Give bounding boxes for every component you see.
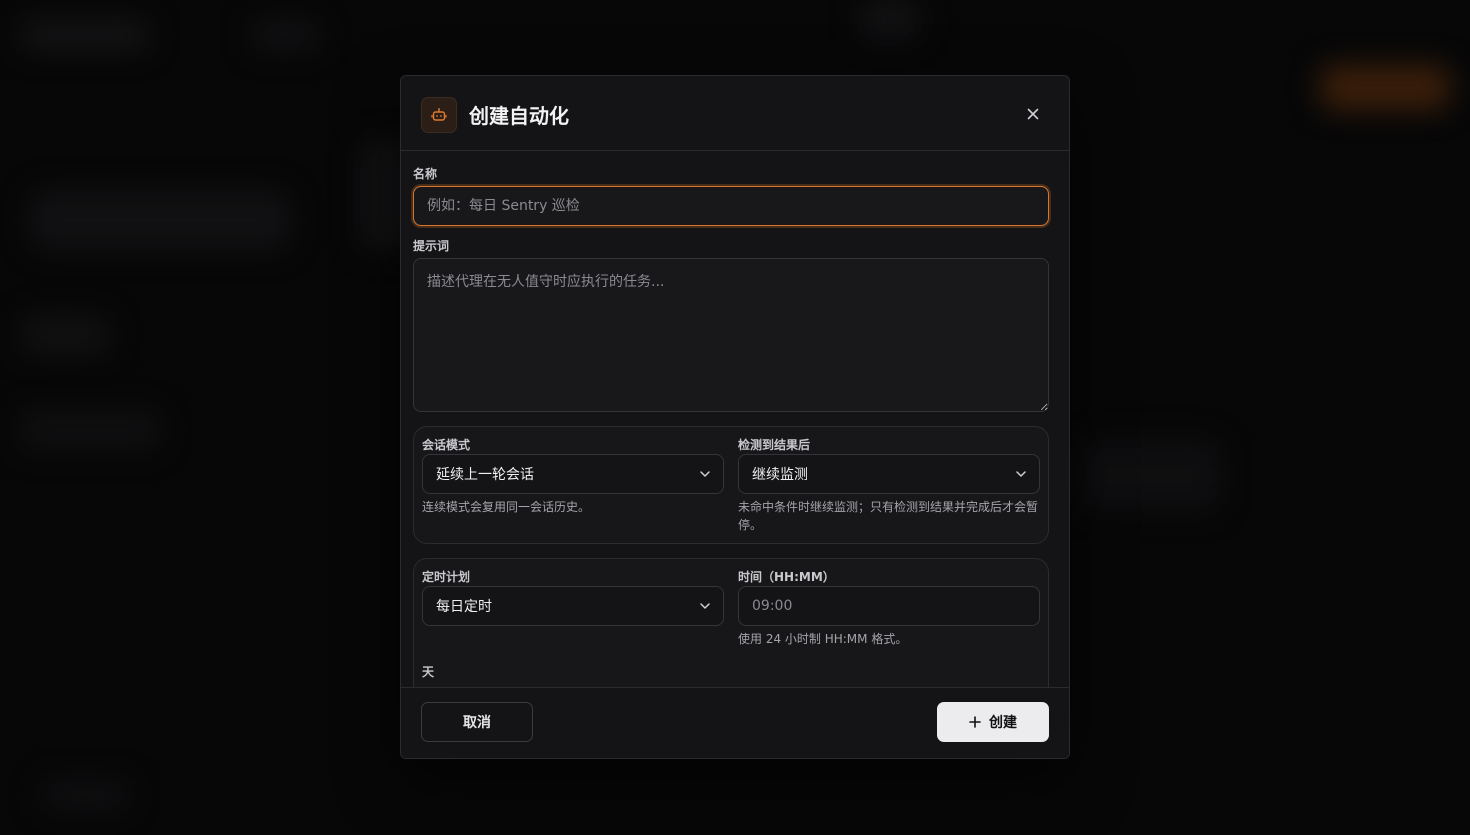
- time-label: 时间（HH:MM）: [738, 570, 835, 584]
- schedule-settings-group: 定时计划 每日定时 时间（HH:MM） 使用 24 小时制 HH:MM 格式。 …: [413, 558, 1049, 688]
- session-mode-hint: 连续模式会复用同一会话历史。: [422, 500, 591, 514]
- chevron-down-icon: [1016, 471, 1026, 477]
- after-detect-hint-line2: 停。: [738, 518, 763, 532]
- robot-icon: [421, 97, 457, 133]
- create-label: 创建: [989, 715, 1017, 731]
- session-mode-value: 延续上一轮会话: [436, 467, 534, 483]
- prompt-textarea[interactable]: [413, 258, 1049, 412]
- schedule-label: 定时计划: [422, 570, 471, 584]
- plus-icon: [969, 716, 981, 728]
- after-detect-label: 检测到结果后: [738, 438, 811, 452]
- close-icon: [1027, 108, 1039, 120]
- name-label: 名称: [413, 167, 438, 181]
- after-detect-value: 继续监测: [752, 467, 808, 483]
- dialog-title: 创建自动化: [469, 104, 569, 128]
- session-settings-group: 会话模式 延续上一轮会话 连续模式会复用同一会话历史。 检测到结果后 继续监测 …: [413, 426, 1049, 544]
- cancel-button[interactable]: 取消: [421, 702, 533, 742]
- schedule-value: 每日定时: [436, 599, 492, 615]
- prompt-label: 提示词: [413, 239, 450, 253]
- chevron-down-icon: [700, 471, 710, 477]
- days-label: 天: [422, 665, 435, 679]
- session-mode-label: 会话模式: [422, 438, 471, 452]
- create-button[interactable]: 创建: [937, 702, 1049, 742]
- session-mode-select[interactable]: 延续上一轮会话: [422, 454, 724, 494]
- time-input[interactable]: [738, 586, 1040, 626]
- time-hint: 使用 24 小时制 HH:MM 格式。: [738, 632, 908, 646]
- close-button[interactable]: [1023, 104, 1043, 124]
- dialog-footer: 取消 创建: [401, 687, 1069, 758]
- after-detect-select[interactable]: 继续监测: [738, 454, 1040, 494]
- create-automation-dialog: 创建自动化 名称 提示词 会话模式 延续上一轮会话 连续模式会复用同一会话历史。: [400, 75, 1070, 759]
- dialog-header: 创建自动化: [401, 76, 1069, 151]
- dialog-body: 名称 提示词 会话模式 延续上一轮会话 连续模式会复用同一会话历史。 检测到结果…: [401, 152, 1069, 688]
- chevron-down-icon: [700, 603, 710, 609]
- cancel-label: 取消: [463, 715, 491, 731]
- after-detect-hint-line1: 未命中条件时继续监测；只有检测到结果并完成后才会暂: [738, 500, 1039, 514]
- schedule-select[interactable]: 每日定时: [422, 586, 724, 626]
- name-input[interactable]: [413, 186, 1049, 226]
